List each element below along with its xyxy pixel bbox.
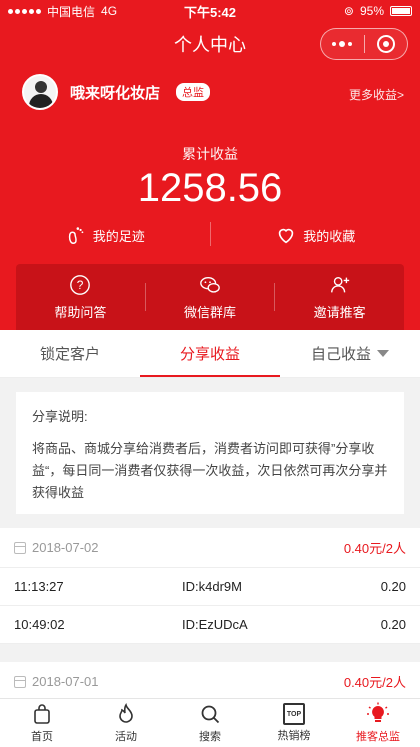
rotation-lock-icon: ⊚ (343, 4, 354, 18)
more-income-link[interactable]: 更多收益> (349, 86, 404, 103)
income-day-group: 2018-07-02 0.40元/2人 11:13:27 ID:k4dr9M 0… (0, 528, 420, 644)
tab-promoter-director[interactable]: 推客总监 (336, 699, 420, 747)
income-day-group: 2018-07-01 0.40元/2人 (0, 662, 420, 702)
more-menu-button[interactable] (321, 29, 364, 59)
table-row: 10:49:02 ID:EzUDcA 0.20 (0, 606, 420, 644)
footprint-icon (68, 227, 84, 244)
calendar-icon (14, 675, 26, 688)
income-tabs: 锁定客户 分享收益 自己收益 (0, 330, 420, 378)
notice-text: 将商品、商城分享给消费者后，消费者访问即可获得”分享收益“，每日同一消费者仅获得… (32, 441, 388, 500)
my-favorites-button[interactable]: 我的收藏 (211, 222, 420, 248)
row-user-id: ID:EzUDcA (182, 617, 248, 632)
group-summary: 0.40元/2人 (343, 675, 406, 690)
chevron-down-icon (377, 350, 389, 357)
bag-icon (34, 704, 50, 724)
heart-icon (278, 228, 294, 244)
help-qa-label: 帮助问答 (54, 304, 107, 320)
my-footprint-label: 我的足迹 (92, 228, 145, 244)
signal-icon (8, 8, 41, 14)
row-time: 10:49:02 (14, 617, 65, 632)
group-summary: 0.40元/2人 (343, 541, 406, 556)
search-icon (201, 705, 220, 724)
calendar-icon (14, 541, 26, 554)
battery-percent: 95% (359, 4, 384, 18)
avatar[interactable] (22, 74, 58, 110)
tab-share-income[interactable]: 分享收益 (140, 330, 280, 377)
help-qa-button[interactable]: ? 帮助问答 (16, 274, 145, 321)
group-date: 2018-07-02 (32, 540, 99, 555)
my-favorites-label: 我的收藏 (303, 228, 356, 244)
group-header: 2018-07-02 0.40元/2人 (0, 528, 420, 568)
group-date: 2018-07-01 (32, 674, 99, 689)
status-bar: 中国电信 4G 下午5:42 ⊚ 95% (0, 0, 420, 22)
row-user-id: ID:k4dr9M (182, 579, 242, 594)
target-icon (376, 35, 395, 53)
tab-hot-list-label: 热销榜 (277, 730, 311, 742)
notice-title: 分享说明: (32, 409, 88, 424)
clock: 下午5:42 (183, 4, 237, 20)
bottom-tab-bar: 首页 活动 搜索 TOP 热销榜 推客总监 (0, 698, 420, 747)
tab-hot-list[interactable]: TOP 热销榜 (252, 699, 336, 747)
role-badge: 总监 (176, 83, 211, 101)
close-miniprogram-button[interactable] (365, 29, 408, 59)
battery-icon (390, 6, 412, 16)
more-dots-icon (332, 41, 353, 47)
tab-promoter-director-label: 推客总监 (356, 731, 400, 743)
tab-search[interactable]: 搜索 (168, 699, 252, 747)
tab-activity[interactable]: 活动 (84, 699, 168, 747)
wechat-groups-label: 微信群库 (184, 304, 237, 320)
tab-locked-customers[interactable]: 锁定客户 (0, 330, 140, 377)
row-amount: 0.20 (380, 579, 406, 594)
wechat-icon (200, 276, 220, 293)
tab-own-income[interactable]: 自己收益 (280, 330, 420, 377)
profile: 哦来呀化妆店 总监 (22, 74, 211, 110)
group-header: 2018-07-01 0.40元/2人 (0, 662, 420, 702)
table-row: 11:13:27 ID:k4dr9M 0.20 (0, 568, 420, 606)
tab-activity-label: 活动 (115, 731, 137, 743)
row-amount: 0.20 (380, 617, 406, 632)
invite-promoter-button[interactable]: 邀请推客 (275, 274, 404, 321)
invite-promoter-label: 邀请推客 (313, 304, 366, 320)
tool-bar: ? 帮助问答 微信群库 邀请推客 (16, 264, 404, 330)
miniprogram-capsule (320, 28, 408, 60)
quick-links: 我的足迹 我的收藏 (0, 222, 420, 248)
invite-user-icon (330, 276, 349, 292)
share-notice: 分享说明: 将商品、商城分享给消费者后，消费者访问即可获得”分享收益“，每日同一… (16, 392, 404, 514)
profile-header: 哦来呀化妆店 总监 更多收益> 累计收益 1258.56 我的足迹 我的收藏 ? (0, 66, 420, 330)
wechat-groups-button[interactable]: 微信群库 (146, 274, 275, 321)
total-income-value: 1258.56 (137, 166, 283, 210)
row-time: 11:13:27 (14, 579, 64, 594)
nav-bar: 个人中心 (0, 22, 420, 66)
shop-name: 哦来呀化妆店 (70, 84, 161, 102)
help-icon: ? (70, 274, 91, 295)
my-footprint-button[interactable]: 我的足迹 (0, 222, 210, 248)
tab-home-label: 首页 (31, 731, 53, 743)
carrier-label: 中国电信 (47, 4, 96, 19)
svg-text:?: ? (77, 278, 84, 292)
tab-home[interactable]: 首页 (0, 699, 84, 747)
bulb-icon (367, 702, 389, 722)
page-title: 个人中心 (174, 35, 246, 55)
tab-search-label: 搜索 (199, 731, 221, 743)
top-icon: TOP (283, 703, 305, 725)
network-label: 4G (101, 4, 118, 18)
flame-icon (119, 703, 133, 723)
total-income-label: 累计收益 (182, 146, 238, 162)
